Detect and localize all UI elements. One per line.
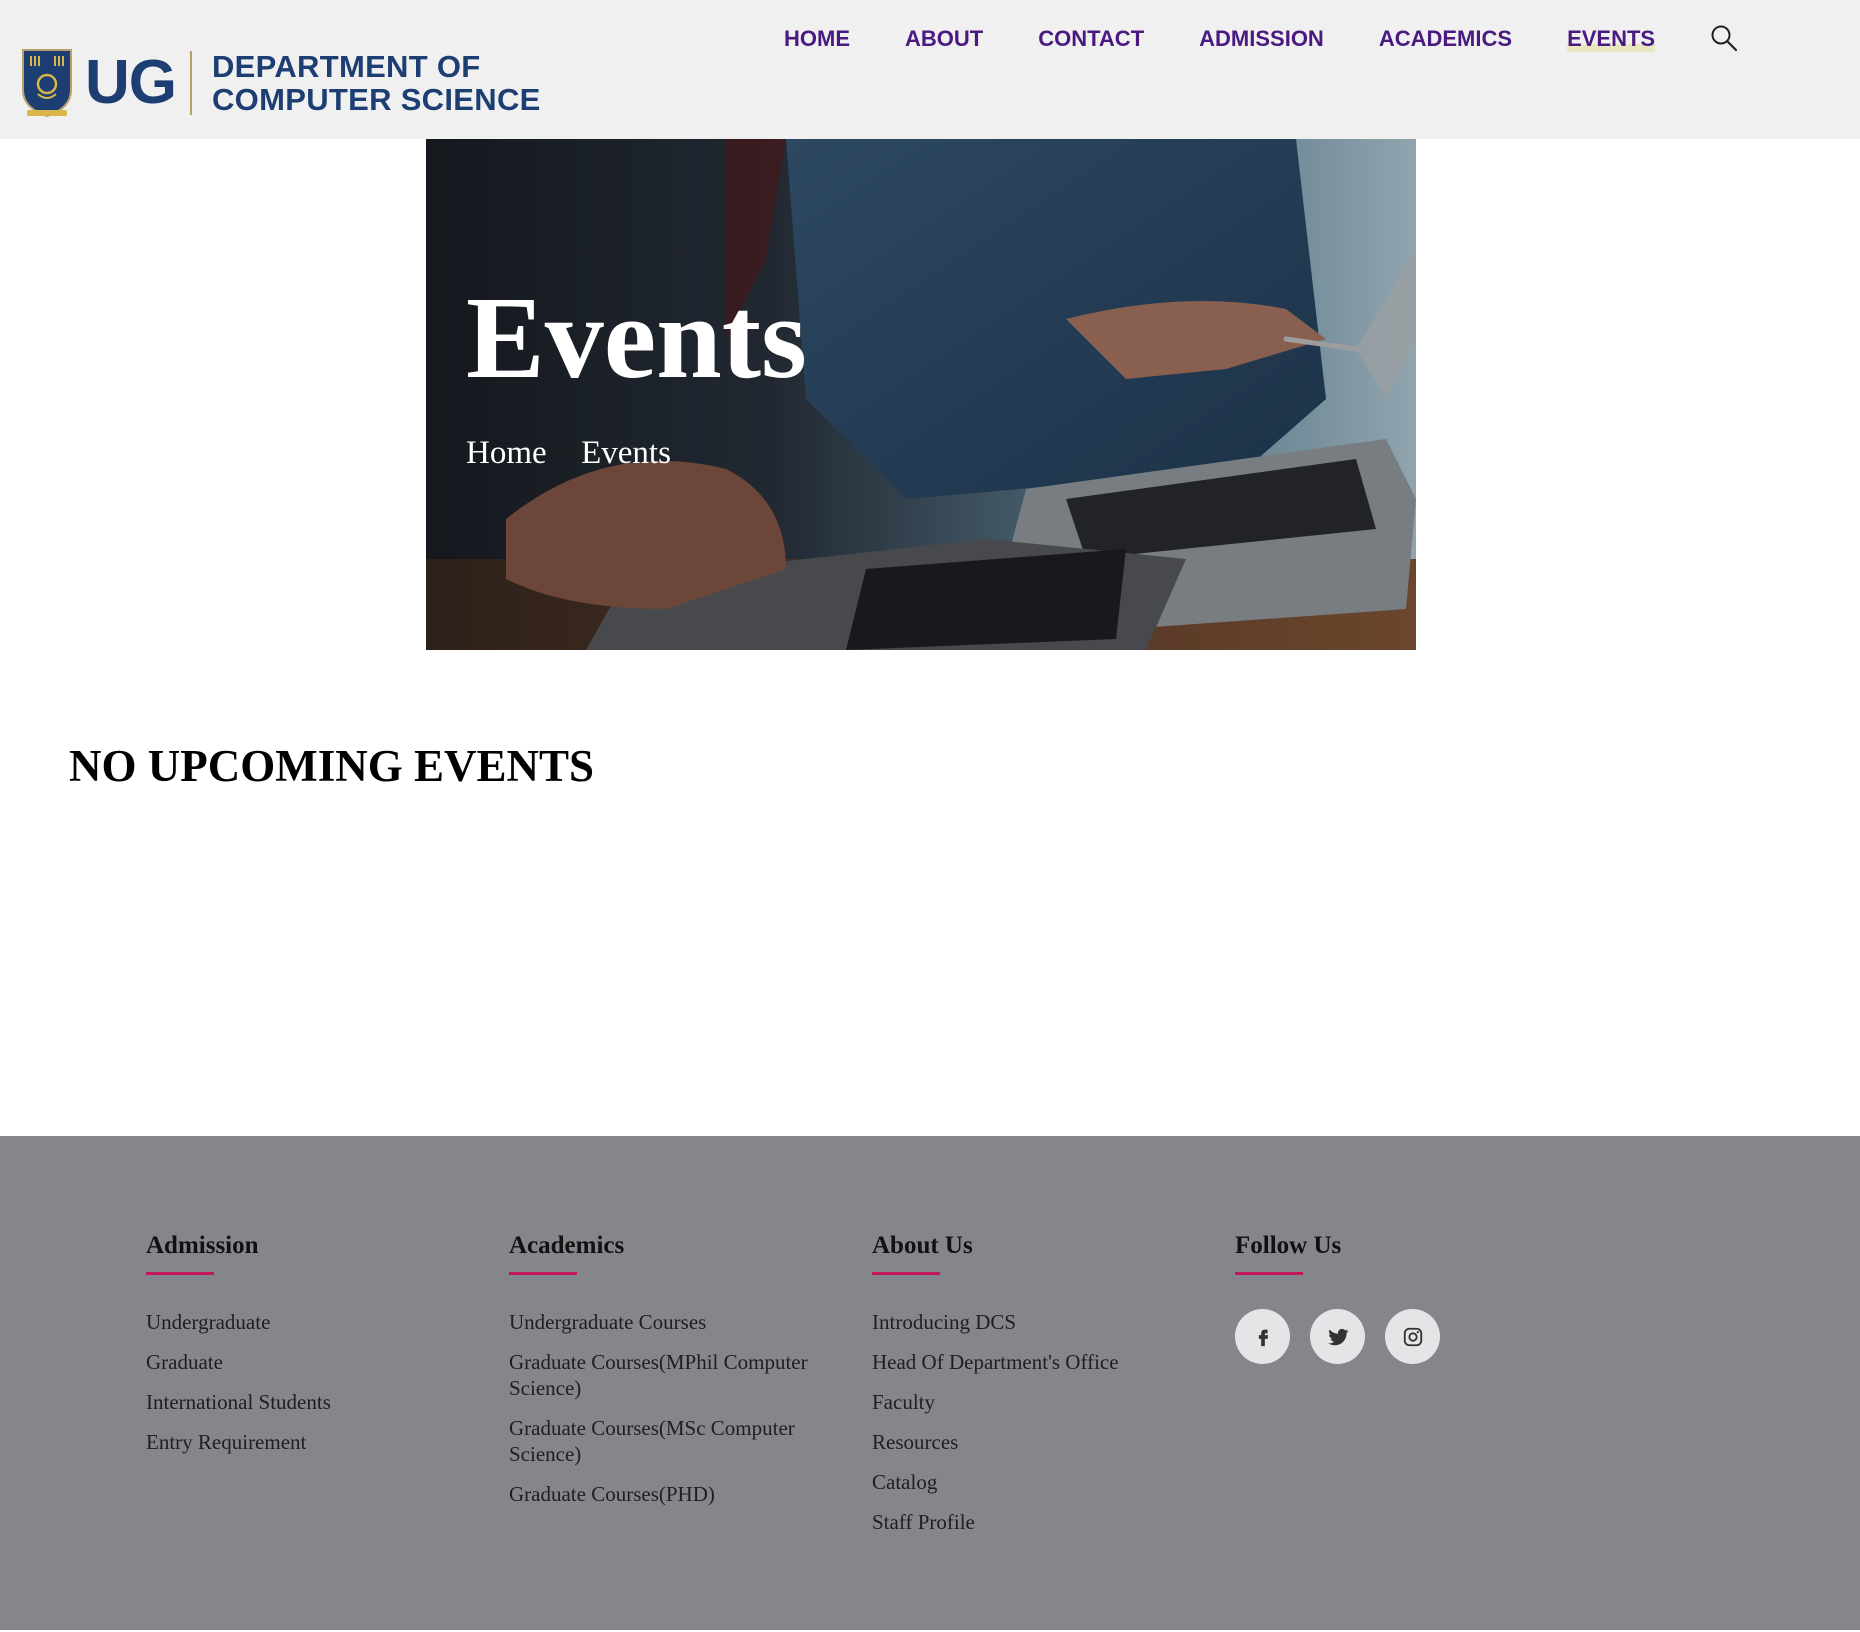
instagram-icon <box>1403 1327 1422 1346</box>
search-icon[interactable] <box>1710 24 1738 52</box>
footer-link-phd-courses[interactable]: Graduate Courses(PHD) <box>509 1481 849 1507</box>
site-header: UG DEPARTMENT OF COMPUTER SCIENCE HOME A… <box>0 0 1860 139</box>
nav-events[interactable]: EVENTS <box>1567 26 1656 52</box>
ug-crest-icon <box>22 49 72 118</box>
footer-col-admission: Admission Undergraduate Graduate Interna… <box>146 1232 486 1469</box>
footer-link-international-students[interactable]: International Students <box>146 1389 486 1415</box>
logo-department-name: DEPARTMENT OF COMPUTER SCIENCE <box>212 50 541 116</box>
footer-col-about: About Us Introducing DCS Head Of Departm… <box>872 1232 1212 1549</box>
breadcrumb-arrow-icon: ⇨ <box>554 440 574 466</box>
twitter-button[interactable] <box>1310 1309 1365 1364</box>
footer-link-entry-requirement[interactable]: Entry Requirement <box>146 1429 486 1455</box>
heading-underline <box>872 1272 940 1275</box>
nav-academics[interactable]: ACADEMICS <box>1379 26 1512 52</box>
social-links <box>1235 1309 1575 1364</box>
site-footer: Admission Undergraduate Graduate Interna… <box>0 1136 1860 1630</box>
footer-link-undergraduate[interactable]: Undergraduate <box>146 1309 486 1335</box>
nav-home[interactable]: HOME <box>784 26 850 52</box>
footer-col-follow: Follow Us <box>1235 1232 1575 1364</box>
footer-link-msc-courses[interactable]: Graduate Courses(MSc Computer Science) <box>509 1415 849 1467</box>
footer-col-academics: Academics Undergraduate Courses Graduate… <box>509 1232 849 1521</box>
twitter-icon <box>1327 1328 1349 1345</box>
heading-underline <box>1235 1272 1303 1275</box>
page-title: Events <box>466 272 807 403</box>
footer-link-staff-profile[interactable]: Staff Profile <box>872 1509 1212 1535</box>
logo-ug-text: UG <box>85 48 177 117</box>
nav-about[interactable]: ABOUT <box>905 26 983 52</box>
footer-link-introducing-dcs[interactable]: Introducing DCS <box>872 1309 1212 1335</box>
footer-heading-academics: Academics <box>509 1232 625 1259</box>
heading-underline <box>509 1272 577 1275</box>
facebook-button[interactable] <box>1235 1309 1290 1364</box>
footer-heading-about: About Us <box>872 1232 973 1259</box>
main-nav: HOME ABOUT CONTACT ADMISSION ACADEMICS E… <box>784 26 1710 52</box>
site-logo[interactable]: UG DEPARTMENT OF COMPUTER SCIENCE <box>19 44 541 122</box>
facebook-icon <box>1258 1329 1268 1346</box>
no-events-message: NO UPCOMING EVENTS <box>69 741 595 791</box>
heading-underline <box>146 1272 214 1275</box>
footer-link-hod-office[interactable]: Head Of Department's Office <box>872 1349 1212 1375</box>
logo-divider <box>190 51 192 115</box>
instagram-button[interactable] <box>1385 1309 1440 1364</box>
footer-heading-follow: Follow Us <box>1235 1232 1342 1259</box>
logo-line-2: COMPUTER SCIENCE <box>212 82 541 117</box>
breadcrumb-home[interactable]: Home <box>466 435 547 472</box>
logo-line-1: DEPARTMENT OF <box>212 49 481 84</box>
footer-link-faculty[interactable]: Faculty <box>872 1389 1212 1415</box>
breadcrumb: Home ⇨ Events <box>466 435 671 472</box>
nav-contact[interactable]: CONTACT <box>1038 26 1144 52</box>
nav-admission[interactable]: ADMISSION <box>1199 26 1324 52</box>
footer-link-catalog[interactable]: Catalog <box>872 1469 1212 1495</box>
hero-banner: Events Home ⇨ Events <box>426 139 1416 650</box>
footer-link-mphil-courses[interactable]: Graduate Courses(MPhil Computer Science) <box>509 1349 849 1401</box>
breadcrumb-current: Events <box>581 435 671 471</box>
footer-link-graduate[interactable]: Graduate <box>146 1349 486 1375</box>
footer-link-undergraduate-courses[interactable]: Undergraduate Courses <box>509 1309 849 1335</box>
footer-link-resources[interactable]: Resources <box>872 1429 1212 1455</box>
footer-heading-admission: Admission <box>146 1232 259 1259</box>
